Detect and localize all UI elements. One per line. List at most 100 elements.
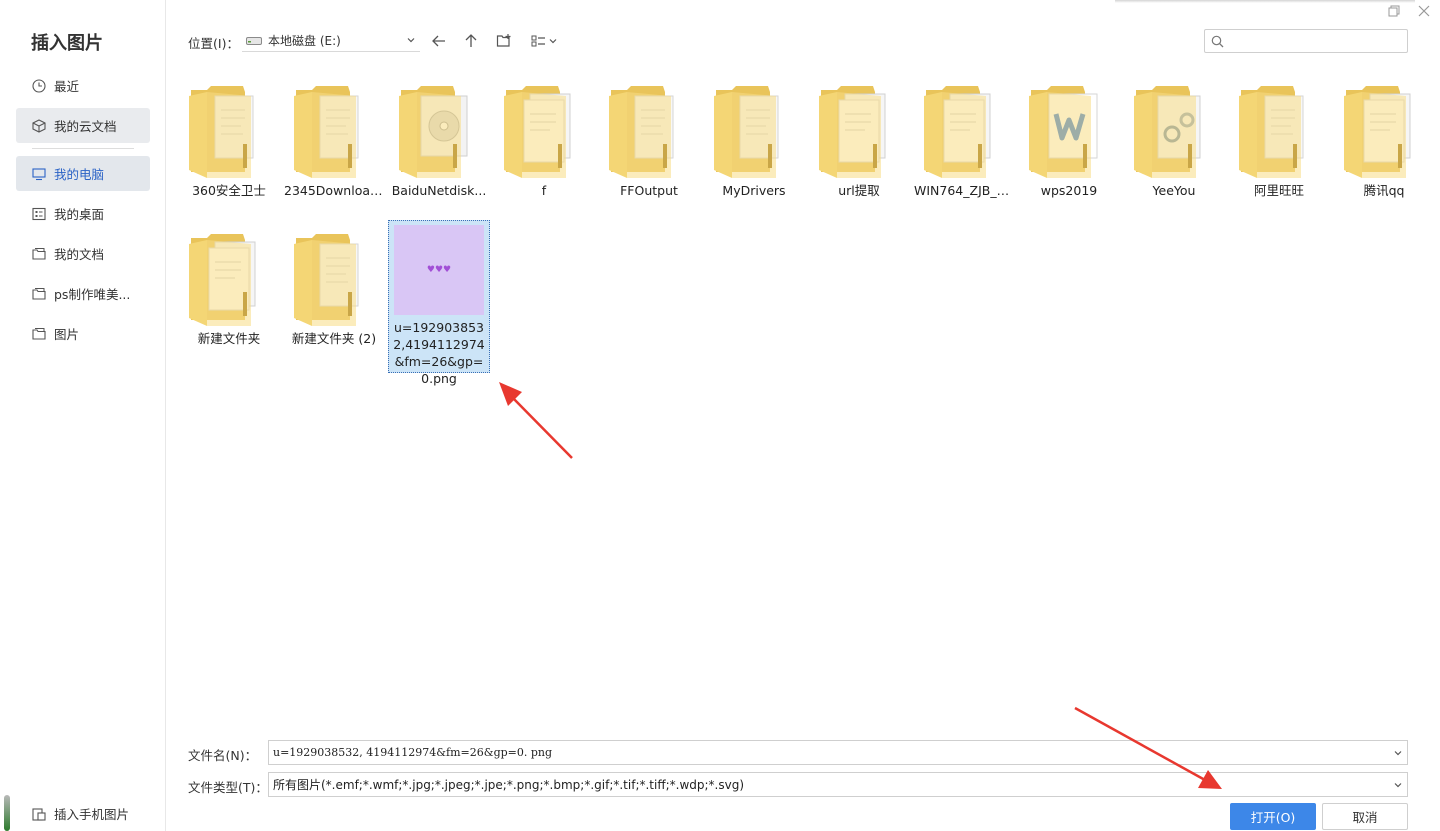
file-item-folder[interactable]: BaiduNetdisk... (389, 76, 489, 226)
folder-icon (815, 82, 903, 182)
file-item-folder[interactable]: MyDrivers (704, 76, 804, 226)
new-folder-button[interactable] (493, 30, 515, 52)
sidebar-edge-indicator (4, 795, 10, 831)
desktop-icon (32, 207, 46, 221)
file-item-folder[interactable]: 2345Downloads (284, 76, 384, 226)
back-button[interactable] (428, 30, 450, 52)
folder-icon (32, 327, 46, 341)
filename-label: 文件名(N)： (188, 748, 258, 763)
list-view-icon (531, 35, 557, 47)
view-mode-button[interactable] (530, 30, 560, 52)
file-name: 新建文件夹 (197, 331, 261, 346)
file-item-folder[interactable]: FFOutput (599, 76, 699, 226)
sidebar-item-ps-folder[interactable]: ps制作唯美... (16, 276, 150, 311)
folder-icon (1340, 82, 1428, 182)
phone-image-icon (32, 807, 46, 821)
file-name: FFOutput (620, 183, 678, 198)
up-folder-button[interactable] (460, 30, 482, 52)
filetype-label: 文件类型(T)： (188, 780, 268, 795)
sidebar-item-label: 图片 (54, 327, 80, 342)
cancel-button[interactable]: 取消 (1322, 803, 1408, 830)
folder-icon (1130, 82, 1218, 182)
filetype-value: 所有图片(*.emf;*.wmf;*.jpg;*.jpeg;*.jpe;*.pn… (273, 778, 745, 792)
folder-icon (290, 82, 378, 182)
location-dropdown[interactable]: 本地磁盘 (E:) (242, 30, 420, 52)
file-item-folder[interactable]: wps2019 (1019, 76, 1119, 226)
sidebar-item-desktop[interactable]: 我的桌面 (16, 196, 150, 231)
insert-phone-image-button[interactable]: 插入手机图片 (32, 804, 129, 823)
search-box[interactable] (1204, 29, 1408, 53)
monitor-icon (32, 167, 46, 181)
new-folder-icon (496, 34, 511, 47)
cloud-cube-icon (32, 118, 46, 133)
file-name: url提取 (838, 183, 880, 198)
folder-icon (290, 230, 378, 330)
sidebar-item-label: 我的文档 (54, 247, 105, 262)
file-item-folder[interactable]: url提取 (809, 76, 909, 226)
folder-icon (1025, 82, 1113, 182)
sidebar-item-my-computer[interactable]: 我的电脑 (16, 156, 150, 191)
file-name: f (541, 183, 547, 198)
file-item-folder[interactable]: 腾讯qq (1334, 76, 1434, 226)
file-name: wps2019 (1040, 183, 1098, 198)
sidebar-item-label: ps制作唯美... (54, 287, 131, 302)
search-input[interactable] (1228, 31, 1407, 51)
chevron-down-icon[interactable] (1389, 748, 1407, 758)
file-item-image[interactable]: ♥♥♥ u=1929038532,4194112974&fm=26&gp=0.pn… (388, 220, 490, 386)
location-label: 位置(I)： (188, 36, 239, 51)
sidebar-item-recent[interactable]: 最近 (16, 68, 150, 103)
search-icon (1211, 35, 1224, 47)
file-item-folder[interactable]: f (494, 76, 594, 226)
drive-icon (246, 36, 262, 45)
folder-icon (605, 82, 693, 182)
file-name: 新建文件夹 (2) (291, 331, 377, 346)
sidebar-item-label: 我的桌面 (54, 207, 105, 222)
folder-icon (710, 82, 798, 182)
file-name: 360安全卫士 (192, 183, 266, 198)
sidebar-item-cloud-docs[interactable]: 我的云文档 (16, 108, 150, 143)
file-item-folder[interactable]: 新建文件夹 (179, 224, 279, 374)
file-item-folder[interactable]: 360安全卫士 (179, 76, 279, 226)
file-name: u=1929038532,4194112974&fm=26&gp=0.png (393, 320, 485, 386)
arrow-up-icon (465, 34, 477, 47)
filetype-dropdown[interactable]: 所有图片(*.emf;*.wmf;*.jpg;*.jpeg;*.jpe;*.pn… (268, 772, 1408, 797)
folder-icon (500, 82, 588, 182)
open-button[interactable]: 打开(O) (1230, 803, 1316, 830)
sidebar-item-pictures[interactable]: 图片 (16, 316, 150, 351)
sidebar-nav: 最近 我的云文档 我的电脑 我的桌面 我的文档 ps制作唯美... 图片 (16, 68, 150, 356)
filename-value: u=1929038532, 4194112974&fm=26&gp=0. png (273, 746, 553, 759)
arrow-left-icon (432, 35, 445, 47)
sidebar-divider (32, 148, 134, 149)
sidebar-item-label: 我的电脑 (54, 167, 105, 182)
clock-icon (32, 78, 46, 93)
folder-icon (920, 82, 1008, 182)
sidebar-item-label: 我的云文档 (54, 119, 117, 134)
filename-field[interactable]: u=1929038532, 4194112974&fm=26&gp=0. png (268, 740, 1408, 765)
file-name: WIN764_ZJB_2... (914, 183, 1014, 198)
folder-icon (32, 247, 46, 261)
file-item-folder[interactable]: YeeYou (1124, 76, 1224, 226)
folder-icon (185, 82, 273, 182)
file-name: 阿里旺旺 (1253, 183, 1304, 198)
image-thumbnail-icon: ♥♥♥ (394, 225, 484, 315)
folder-icon (395, 82, 483, 182)
file-name: YeeYou (1152, 183, 1196, 198)
sidebar-item-label: 最近 (54, 79, 80, 94)
file-name: 腾讯qq (1363, 183, 1405, 198)
folder-icon (185, 230, 273, 330)
insert-phone-image-label: 插入手机图片 (54, 807, 130, 822)
restore-window-icon[interactable] (1386, 3, 1402, 19)
folder-icon (1235, 82, 1323, 182)
sidebar: 插入图片 最近 我的云文档 我的电脑 我的桌面 我的文档 ps制作唯美... 图… (0, 0, 166, 831)
file-item-folder[interactable]: 新建文件夹 (2) (284, 224, 384, 374)
file-item-folder[interactable]: WIN764_ZJB_2... (914, 76, 1014, 226)
file-name: MyDrivers (722, 183, 786, 198)
close-window-icon[interactable] (1416, 3, 1432, 19)
chevron-down-icon (1389, 780, 1407, 790)
file-item-folder[interactable]: 阿里旺旺 (1229, 76, 1329, 226)
chevron-down-icon (406, 34, 416, 48)
location-value: 本地磁盘 (E:) (268, 34, 341, 48)
sidebar-item-documents[interactable]: 我的文档 (16, 236, 150, 271)
file-name: BaiduNetdisk... (391, 183, 487, 198)
window-top-shadow (1115, 0, 1415, 3)
